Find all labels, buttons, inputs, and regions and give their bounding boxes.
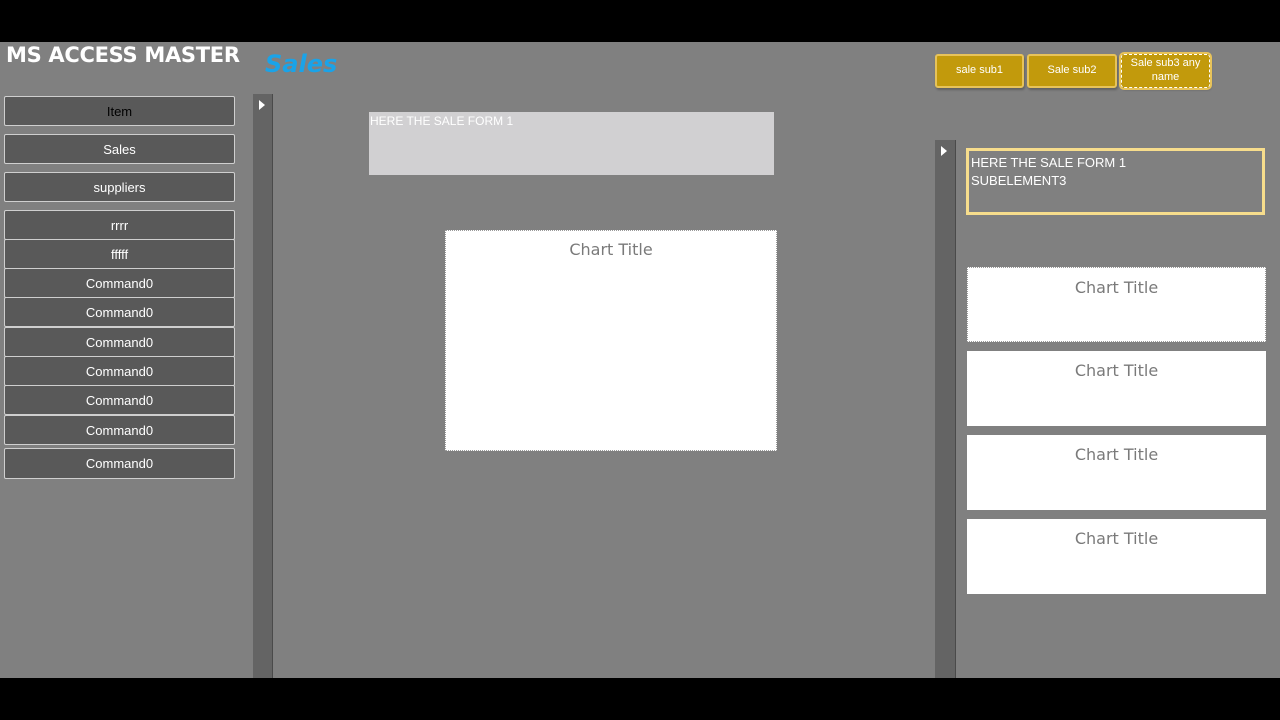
current-record-arrow-icon [259, 100, 265, 110]
app-title: MS ACCESS MASTER [6, 43, 240, 67]
nav-button-command0[interactable]: Command0 [4, 327, 235, 357]
chart-title: Chart Title [1074, 445, 1159, 464]
chart[interactable]: Chart Title [967, 435, 1266, 510]
nav-button-command0[interactable]: Command0 [4, 385, 235, 415]
sale-form-subform[interactable]: HERE THE SALE FORM 1 [369, 112, 774, 175]
nav-button-command0[interactable]: Command0 [4, 268, 235, 298]
chart[interactable]: Chart Title [445, 230, 777, 451]
chart-title: Chart Title [1074, 278, 1159, 297]
nav-button-sales[interactable]: Sales [4, 134, 235, 164]
chart-title: Chart Title [569, 240, 653, 259]
nav-button-fffff[interactable]: fffff [4, 239, 235, 269]
nav-button-item[interactable]: Item [4, 96, 235, 126]
form-title: Sales [265, 50, 338, 78]
current-record-arrow-icon [941, 146, 947, 156]
nav-button-suppliers[interactable]: suppliers [4, 172, 235, 202]
chart[interactable]: Chart Title [967, 519, 1266, 594]
record-selector-right[interactable] [935, 140, 955, 678]
record-selector-main[interactable] [253, 94, 272, 678]
nav-button-command0[interactable]: Command0 [4, 448, 235, 479]
sale-sub1-button[interactable]: sale sub1 [935, 54, 1024, 88]
divider [272, 94, 273, 678]
chart[interactable]: Chart Title [967, 267, 1266, 342]
nav-button-command0[interactable]: Command0 [4, 356, 235, 386]
nav-button-command0[interactable]: Command0 [4, 415, 235, 445]
sale-sub2-button[interactable]: Sale sub2 [1027, 54, 1117, 88]
sale-form-subelement-subform[interactable]: HERE THE SALE FORM 1 SUBELEMENT3 [966, 148, 1265, 215]
nav-button-rrrr[interactable]: rrrr [4, 210, 235, 240]
nav-button-command0[interactable]: Command0 [4, 297, 235, 327]
chart[interactable]: Chart Title [967, 351, 1266, 426]
form-canvas: MS ACCESS MASTER Sales Item Sales suppli… [0, 42, 1280, 678]
chart-title: Chart Title [1074, 529, 1159, 548]
chart-title: Chart Title [1074, 361, 1159, 380]
sale-sub3-button[interactable]: Sale sub3 any name [1119, 52, 1212, 90]
divider [955, 140, 956, 678]
